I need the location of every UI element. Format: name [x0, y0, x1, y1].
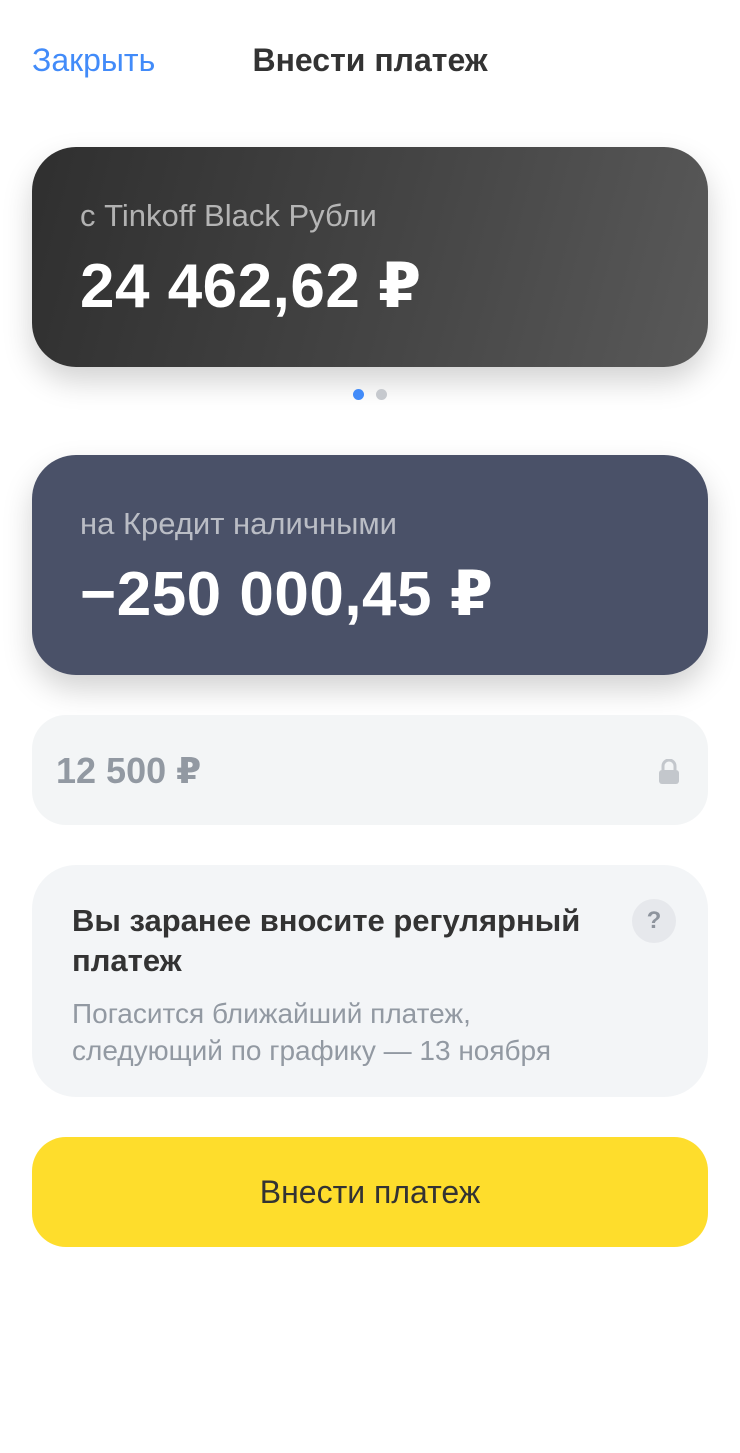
- target-account-label: на Кредит наличными: [80, 506, 397, 541]
- info-text-line: следующий по графику — 13 ноября: [72, 1035, 551, 1066]
- page-title: Внести платеж: [252, 42, 488, 78]
- info-text: Погасится ближайший платеж, следующий по…: [72, 995, 668, 1069]
- top-bar: Закрыть Внести платеж: [0, 0, 740, 120]
- pager-dot-active: [353, 389, 364, 400]
- payment-amount-value: 12 500 ₽: [56, 750, 202, 791]
- target-account-debt: −250 000,45 ₽: [80, 560, 494, 629]
- info-box: Вы заранее вносите регулярный платеж Пог…: [32, 865, 708, 1097]
- target-account-card[interactable]: на Кредит наличными −250 000,45 ₽: [32, 455, 708, 675]
- help-button[interactable]: ?: [632, 899, 676, 943]
- source-account-balance: 24 462,62 ₽: [80, 252, 422, 321]
- submit-payment-button[interactable]: Внести платеж: [32, 1137, 708, 1247]
- payment-amount-field[interactable]: 12 500 ₽: [32, 715, 708, 825]
- source-account-label: с Tinkoff Black Рубли: [80, 198, 377, 233]
- source-account-card[interactable]: с Tinkoff Black Рубли 24 462,62 ₽: [32, 147, 708, 367]
- pager-dot: [376, 389, 387, 400]
- info-title: Вы заранее вносите регулярный платеж: [72, 903, 581, 978]
- card-pager: [0, 389, 740, 400]
- lock-icon: [659, 759, 679, 784]
- payment-screen: Закрыть Внести платеж с Tinkoff Black Ру…: [0, 0, 740, 1453]
- info-text-line: Погасится ближайший платеж,: [72, 998, 471, 1029]
